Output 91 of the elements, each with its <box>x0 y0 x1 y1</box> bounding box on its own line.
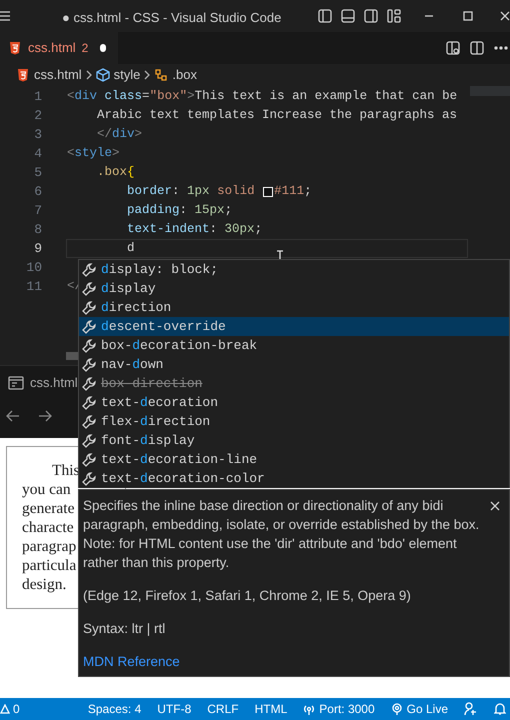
back-arrow-icon[interactable] <box>6 410 20 422</box>
layout-sidebar-right-icon[interactable] <box>364 9 378 23</box>
html-file-icon <box>16 68 30 82</box>
wrench-icon <box>81 470 97 486</box>
code-line: <style> <box>66 145 121 162</box>
html-file-icon <box>8 41 22 55</box>
wrench-icon <box>81 300 97 316</box>
problem-count: 2 <box>82 40 88 57</box>
code-line: text-indent: 30px; <box>126 221 264 238</box>
editor-tab[interactable]: css.html 2 <box>0 32 118 64</box>
reference-link[interactable]: MDN Reference <box>83 652 180 671</box>
code-line: .box{ <box>96 164 136 182</box>
preview-text: This <box>52 461 80 480</box>
preview-text: you can <box>22 480 71 499</box>
line-number: 5 <box>33 164 42 182</box>
code-line: border: 1px solid #111; <box>126 183 313 200</box>
preview-icon <box>8 376 24 390</box>
line-number: 2 <box>33 106 42 125</box>
suggestion-item[interactable]: display <box>79 279 509 298</box>
chevron-icon <box>86 70 92 80</box>
close-icon[interactable] <box>490 501 500 511</box>
suggestion-item[interactable]: flex-direction <box>79 412 509 431</box>
breadcrumb-item[interactable]: style <box>114 65 140 85</box>
maximize-icon[interactable] <box>463 11 473 21</box>
suggestion-item[interactable]: text-decoration-color <box>79 469 509 488</box>
menu-icon[interactable] <box>0 9 10 23</box>
line-number: 1 <box>33 88 42 106</box>
color-swatch[interactable] <box>263 186 274 196</box>
wrench-icon <box>81 414 97 430</box>
wrench-icon <box>81 262 97 278</box>
line-number: 6 <box>33 182 42 201</box>
status-item[interactable]: CRLF <box>207 700 239 718</box>
wrench-icon <box>81 452 97 468</box>
suggestion-item[interactable]: nav-down <box>79 355 509 374</box>
suggestion-item[interactable]: font-display <box>79 431 509 450</box>
syntax-text: Syntax: ltr | rtl <box>83 620 166 638</box>
wrench-icon <box>81 356 97 372</box>
line-number: 7 <box>33 202 42 220</box>
code-line: <div class="box">This text is an example that can be <box>66 88 458 106</box>
wrench-icon <box>81 432 97 448</box>
preview-text: generate <box>22 499 74 518</box>
open-preview-icon[interactable] <box>446 41 460 55</box>
wrench-icon <box>81 394 97 410</box>
cube-icon <box>96 68 110 82</box>
code-line: padding: 15px; <box>126 202 234 220</box>
suggestion-item[interactable]: descent-override <box>79 317 509 336</box>
breadcrumb-item[interactable]: css.html <box>34 65 82 85</box>
suggestion-item[interactable]: text-decoration <box>79 393 509 412</box>
status-item[interactable]: HTML <box>254 700 288 718</box>
line-number: 3 <box>33 126 42 144</box>
description-text: Specifies the inline base direction or directionality of any bidi paragraph, embedding, isolate, or override established by the box. Note: for HTML content use the 'dir' attribute and 'bdo' element rather than this property. <box>83 497 480 572</box>
status-item[interactable]: UTF-8 <box>157 700 192 718</box>
line-number: 9 <box>33 240 42 258</box>
suggestion-item[interactable]: direction <box>79 298 509 317</box>
browser-support-text: (Edge 12, Firefox 1, Safari 1, Chrome 2, IE 5, Opera 9) <box>83 587 412 605</box>
status-item[interactable]: Spaces: 4 <box>88 700 142 718</box>
layout-sidebar-icon[interactable] <box>318 9 332 23</box>
line-number: 4 <box>33 144 42 163</box>
wrench-icon <box>81 280 97 296</box>
forward-arrow-icon[interactable] <box>38 410 52 422</box>
preview-tab[interactable]: css.html <box>30 373 78 393</box>
preview-text: particula <box>22 556 76 575</box>
warning-icon <box>0 704 10 714</box>
line-number: 11 <box>25 278 42 296</box>
tab-label: css.html <box>28 39 76 58</box>
suggestion-item[interactable]: box-decoration-break <box>79 336 509 355</box>
wrench-icon <box>81 376 97 392</box>
breadcrumb-item[interactable]: .box <box>172 65 197 85</box>
line-number: 10 <box>25 258 42 277</box>
split-editor-icon[interactable] <box>470 41 484 55</box>
status-item[interactable]: Go Live <box>406 700 448 718</box>
accounts-icon[interactable] <box>464 702 478 716</box>
window-title: ● css.html - CSS - Visual Studio Code <box>62 9 282 27</box>
chevron-icon <box>144 70 150 80</box>
status-item[interactable]: Port: 3000 <box>319 700 375 718</box>
close-icon[interactable] <box>500 11 510 21</box>
layout-panel-icon[interactable] <box>341 9 355 23</box>
suggestion-item[interactable]: display: block; <box>79 260 509 279</box>
wrench-icon <box>81 318 97 334</box>
warning-count[interactable]: 0 <box>13 700 20 718</box>
suggestion-item[interactable]: text-decoration-line <box>79 450 509 469</box>
preview-text: paragrap <box>22 537 76 556</box>
code-line: Arabic text templates Increase the paragraphs as <box>96 107 458 124</box>
suggestion-item[interactable]: box-direction <box>79 374 509 393</box>
code-line: </div> <box>96 126 144 144</box>
customize-layout-icon[interactable] <box>387 9 401 23</box>
preview-text: design. <box>22 575 66 594</box>
preview-text: characte <box>22 518 74 537</box>
line-number: 8 <box>33 220 42 239</box>
bell-icon[interactable] <box>494 702 506 716</box>
wrench-icon <box>81 338 97 354</box>
